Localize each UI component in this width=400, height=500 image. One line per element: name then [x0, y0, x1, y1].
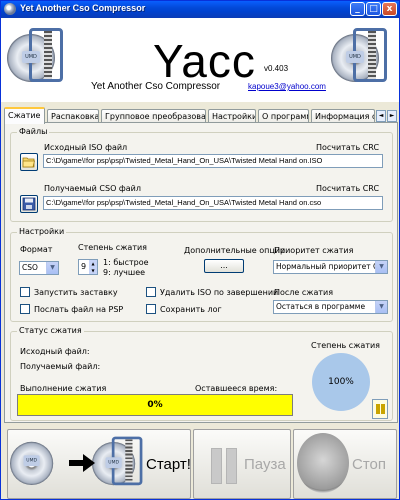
format-select[interactable]: CSO ▼ [19, 261, 59, 275]
stop-hand-icon [297, 433, 349, 493]
remaining-time-label: Оставшееся время: [195, 384, 278, 393]
status-group-title: Статус сжатия [17, 326, 84, 335]
tab-scroll-left-icon[interactable]: ◄ [376, 110, 386, 122]
zip-disc-logo-icon: UMD [7, 24, 69, 86]
priority-select[interactable]: Нормальный приоритет CPU ▼ [273, 260, 388, 274]
window-title: Yet Another Cso Compressor [20, 3, 146, 13]
tab-decompress[interactable]: Распаковка [47, 109, 99, 123]
pause-button[interactable]: Пауза [193, 429, 291, 499]
ratio-label: Степень сжатия [311, 341, 380, 350]
extra-options-button[interactable]: ... [204, 259, 244, 273]
source-crc-link[interactable]: Посчитать CRC [316, 143, 379, 152]
target-file-status-label: Получаемый файл: [20, 362, 101, 371]
run-splash-checkbox[interactable]: Запустить заставку [20, 287, 118, 298]
tab-scroll-right-icon[interactable]: ► [387, 110, 397, 122]
chevron-down-icon: ▼ [375, 301, 387, 313]
send-to-psp-checkbox[interactable]: Послать файл на PSP [20, 304, 123, 315]
floppy-icon [22, 197, 36, 211]
stepper-up-icon[interactable]: ▲ [89, 260, 97, 267]
format-label: Формат [20, 245, 53, 254]
tab-settings[interactable]: Настройки [208, 109, 256, 123]
stop-button-label: Стоп [352, 456, 386, 473]
settings-group-title: Настройки [17, 227, 67, 236]
tab-compress[interactable]: Сжатие [4, 107, 45, 124]
ratio-indicator: 100% [312, 353, 370, 411]
chevron-down-icon: ▼ [46, 262, 58, 274]
priority-label: Приоритет сжатия [274, 246, 354, 255]
close-button[interactable]: x [382, 2, 397, 16]
logo-text: Yacc [153, 35, 256, 87]
source-disc-icon: UMD [10, 431, 66, 487]
app-window: Yet Another Cso Compressor _ □ x UMD UMD… [0, 0, 400, 500]
arrow-right-icon [69, 454, 95, 472]
save-log-checkbox[interactable]: Сохранить лог [146, 304, 222, 315]
app-subtitle: Yet Another Cso Compressor [91, 81, 221, 92]
pause-small-button[interactable] [372, 399, 388, 419]
progress-label: Выполнение сжатия [20, 384, 107, 393]
level-hint-best: 9: лучшее [103, 268, 146, 277]
zip-disc-icon: UMD [92, 433, 148, 489]
target-cso-label: Получаемый CSO файл [44, 184, 141, 193]
version-label: v0.403 [264, 64, 289, 73]
chevron-down-icon: ▼ [375, 261, 387, 273]
delete-iso-checkbox[interactable]: Удалить ISO по завершении [146, 287, 278, 298]
after-compress-label: После сжатия [274, 288, 334, 297]
author-email-link[interactable]: kapoue3@yahoo.com [248, 82, 326, 91]
folder-icon [22, 157, 36, 168]
save-file-button[interactable] [20, 195, 38, 213]
extra-options-label: Дополнительные опции [184, 246, 286, 255]
start-button[interactable]: UMD UMD Старт! [7, 429, 191, 499]
pause-button-label: Пауза [244, 456, 286, 473]
compression-level-stepper[interactable]: 9 ▲ ▼ [78, 259, 98, 275]
start-button-label: Старт! [146, 456, 191, 473]
target-crc-link[interactable]: Посчитать CRC [316, 184, 379, 193]
header-banner: UMD UMD Yacc v0.403 Yet Another Cso Comp… [1, 18, 399, 102]
tab-batch[interactable]: Групповое преобразование [101, 109, 206, 123]
progress-bar: 0% [17, 394, 293, 416]
tab-strip: Сжатие Распаковка Групповое преобразова н… [4, 107, 398, 124]
tab-info[interactable]: Информация о сж [311, 109, 375, 123]
source-path-input[interactable]: C:\D\game\!for psp\psp\Twisted_Metal_Han… [43, 154, 383, 168]
stepper-down-icon[interactable]: ▼ [89, 267, 97, 274]
source-file-status-label: Исходный файл: [20, 347, 90, 356]
minimize-button[interactable]: _ [350, 2, 365, 16]
title-bar[interactable]: Yet Another Cso Compressor _ □ x [1, 1, 399, 18]
open-folder-button[interactable] [20, 153, 38, 171]
source-iso-label: Исходный ISO файл [44, 143, 128, 152]
tab-about[interactable]: О программе [258, 109, 309, 123]
app-icon [4, 3, 16, 15]
target-path-input[interactable]: C:\D\game\!for psp\psp\Twisted_Metal_Han… [43, 196, 383, 210]
level-hint-fast: 1: быстрое [103, 258, 149, 267]
zip-disc-logo-icon: UMD [331, 24, 393, 86]
files-group-title: Файлы [17, 127, 50, 136]
after-compress-select[interactable]: Остаться в программе ▼ [273, 300, 388, 314]
compression-level-label: Степень сжатия [78, 243, 147, 252]
maximize-button[interactable]: □ [366, 2, 381, 16]
pause-icon [211, 448, 237, 484]
